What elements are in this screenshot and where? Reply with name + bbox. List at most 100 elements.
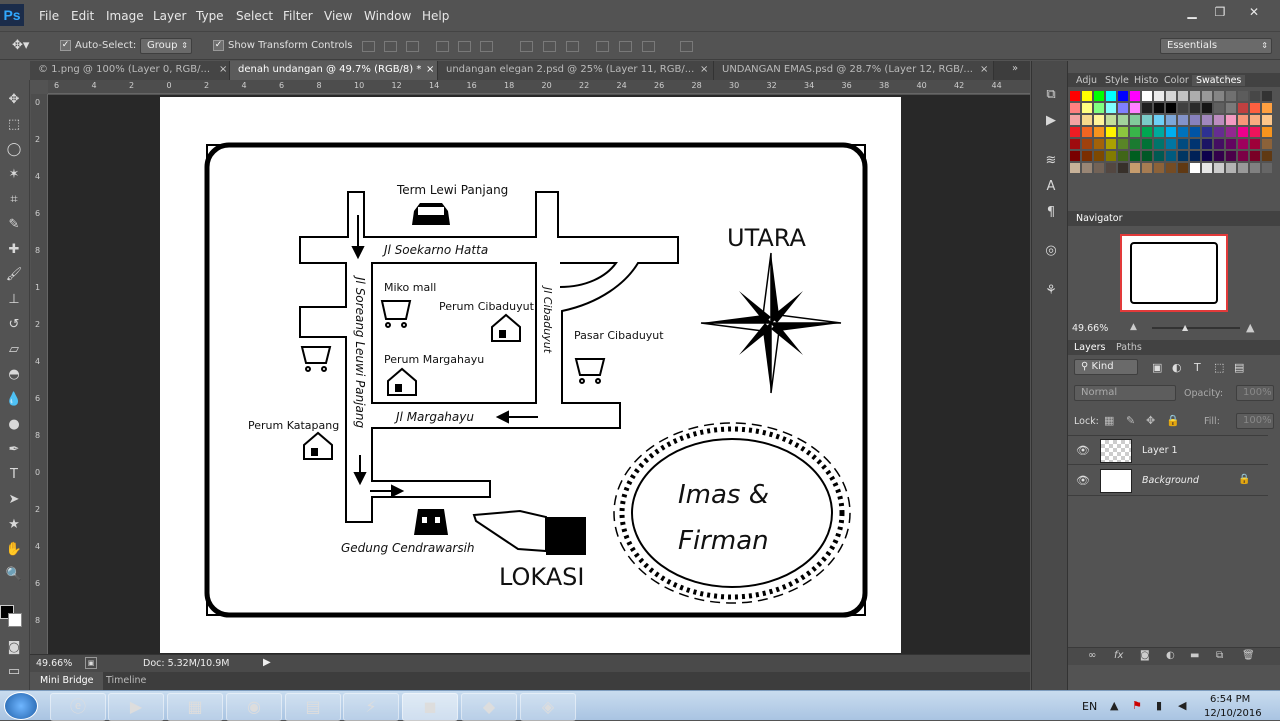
color-swatch[interactable]: [1238, 163, 1248, 173]
color-swatch[interactable]: [1118, 163, 1128, 173]
color-swatch[interactable]: [1130, 103, 1140, 113]
quick-mask-icon[interactable]: ◙: [4, 638, 24, 658]
menu-type[interactable]: Type: [196, 9, 224, 23]
filter-adjustment-icon[interactable]: ◐: [1172, 361, 1182, 374]
align-vcenter-icon[interactable]: [384, 41, 397, 52]
app-icon[interactable]: ◆: [461, 693, 517, 721]
filter-type-icon[interactable]: T: [1194, 361, 1201, 374]
color-swatch[interactable]: [1094, 115, 1104, 125]
color-swatch[interactable]: [1082, 163, 1092, 173]
color-swatch[interactable]: [1118, 91, 1128, 101]
tab-undangan-elegan[interactable]: undangan elegan 2.psd @ 25% (Layer 11, R…: [438, 61, 714, 80]
color-swatch[interactable]: [1142, 163, 1152, 173]
color-swatch[interactable]: [1154, 127, 1164, 137]
color-swatch[interactable]: [1154, 91, 1164, 101]
tab-undangan-emas[interactable]: UNDANGAN EMAS.psd @ 28.7% (Layer 12, RGB…: [714, 61, 994, 80]
photoshop-taskbar-icon[interactable]: ◼: [402, 693, 458, 721]
color-swatch[interactable]: [1118, 127, 1128, 137]
menu-file[interactable]: File: [39, 9, 59, 23]
distribute-top-icon[interactable]: [520, 41, 533, 52]
color-swatch[interactable]: [1082, 103, 1092, 113]
color-swatch[interactable]: [1130, 139, 1140, 149]
menu-image[interactable]: Image: [106, 9, 144, 23]
color-swatch[interactable]: [1070, 139, 1080, 149]
auto-select-dropdown[interactable]: Group ⇕: [140, 38, 192, 54]
eraser-tool-icon[interactable]: ▱: [4, 340, 24, 360]
color-swatch[interactable]: [1142, 115, 1152, 125]
paragraph-panel-icon[interactable]: ¶: [1041, 203, 1061, 223]
color-swatch[interactable]: [1178, 103, 1188, 113]
color-swatch[interactable]: [1178, 115, 1188, 125]
color-swatch[interactable]: [1106, 127, 1116, 137]
crop-tool-icon[interactable]: ⌗: [4, 190, 24, 210]
color-swatch[interactable]: [1106, 163, 1116, 173]
layer-row[interactable]: 👁 Layer 1: [1068, 435, 1268, 465]
visibility-eye-icon[interactable]: 👁: [1076, 444, 1090, 457]
color-swatch[interactable]: [1214, 163, 1224, 173]
healing-brush-icon[interactable]: ✚: [4, 240, 24, 260]
color-swatch[interactable]: [1250, 115, 1260, 125]
explorer-icon[interactable]: ▤: [285, 693, 341, 721]
color-swatch[interactable]: [1238, 127, 1248, 137]
color-swatch[interactable]: [1142, 91, 1152, 101]
color-swatch[interactable]: [1178, 151, 1188, 161]
menu-filter[interactable]: Filter: [283, 9, 313, 23]
color-swatch[interactable]: [1178, 127, 1188, 137]
distribute-bottom-icon[interactable]: [566, 41, 579, 52]
winamp-icon[interactable]: ⚡: [343, 693, 399, 721]
color-swatch[interactable]: [1190, 115, 1200, 125]
color-swatch[interactable]: [1250, 163, 1260, 173]
color-swatch[interactable]: [1178, 91, 1188, 101]
link-layers-icon[interactable]: ∞: [1088, 650, 1096, 661]
layer-name[interactable]: Background: [1142, 475, 1199, 486]
move-tool-icon[interactable]: ✥▾: [12, 38, 29, 53]
eyedropper-icon[interactable]: ✎: [4, 215, 24, 235]
color-swatch[interactable]: [1142, 151, 1152, 161]
color-swatch[interactable]: [1190, 139, 1200, 149]
color-swatch[interactable]: [1130, 163, 1140, 173]
color-swatch[interactable]: [1250, 151, 1260, 161]
color-swatch[interactable]: [1130, 91, 1140, 101]
tab-timeline[interactable]: Timeline: [106, 675, 146, 686]
filter-smart-object-icon[interactable]: ▤: [1234, 361, 1244, 374]
color-swatch[interactable]: [1262, 139, 1272, 149]
navigator-preview[interactable]: [1120, 234, 1228, 312]
tab-close-icon[interactable]: ×: [219, 64, 227, 75]
doc-info-icon[interactable]: ▣: [85, 657, 97, 669]
color-swatch[interactable]: [1154, 115, 1164, 125]
ie-icon[interactable]: ⓔ: [50, 693, 106, 721]
color-swatch[interactable]: [1166, 115, 1176, 125]
color-swatch[interactable]: [1262, 91, 1272, 101]
color-swatch[interactable]: [1118, 103, 1128, 113]
color-swatch[interactable]: [1226, 163, 1236, 173]
tab-denah-undangan[interactable]: denah undangan @ 49.7% (RGB/8) *: [230, 61, 438, 80]
tab-adjustments[interactable]: Adju: [1076, 75, 1097, 86]
align-hcenter-icon[interactable]: [458, 41, 471, 52]
color-swatch[interactable]: [1238, 139, 1248, 149]
zoom-slider-thumb[interactable]: ▲: [1182, 323, 1188, 332]
show-transform-checkbox[interactable]: ✓: [213, 40, 224, 51]
color-swatch[interactable]: [1082, 139, 1092, 149]
color-swatch[interactable]: [1094, 151, 1104, 161]
brush-presets-icon[interactable]: ≋: [1041, 151, 1061, 171]
hand-tool-icon[interactable]: ✋: [4, 540, 24, 560]
color-swatch[interactable]: [1142, 127, 1152, 137]
tab-layers[interactable]: Layers: [1074, 342, 1105, 353]
visibility-eye-icon[interactable]: 👁: [1076, 474, 1090, 487]
distribute-right-icon[interactable]: [642, 41, 655, 52]
color-swatch[interactable]: [1082, 151, 1092, 161]
tab-color[interactable]: Color: [1164, 75, 1189, 86]
color-swatch[interactable]: [1250, 103, 1260, 113]
color-swatch[interactable]: [1070, 127, 1080, 137]
color-swatch[interactable]: [1106, 91, 1116, 101]
zoom-tool-icon[interactable]: 🔍: [4, 565, 24, 585]
color-swatch[interactable]: [1070, 91, 1080, 101]
align-right-icon[interactable]: [480, 41, 493, 52]
filter-shape-icon[interactable]: ⬚: [1214, 361, 1224, 374]
color-swatch[interactable]: [1142, 103, 1152, 113]
tab-close-icon[interactable]: ×: [700, 64, 708, 75]
color-swatch[interactable]: [1130, 115, 1140, 125]
color-swatch[interactable]: [1118, 139, 1128, 149]
tool-presets-icon[interactable]: ◎: [1041, 241, 1061, 261]
color-swatch[interactable]: [1070, 163, 1080, 173]
